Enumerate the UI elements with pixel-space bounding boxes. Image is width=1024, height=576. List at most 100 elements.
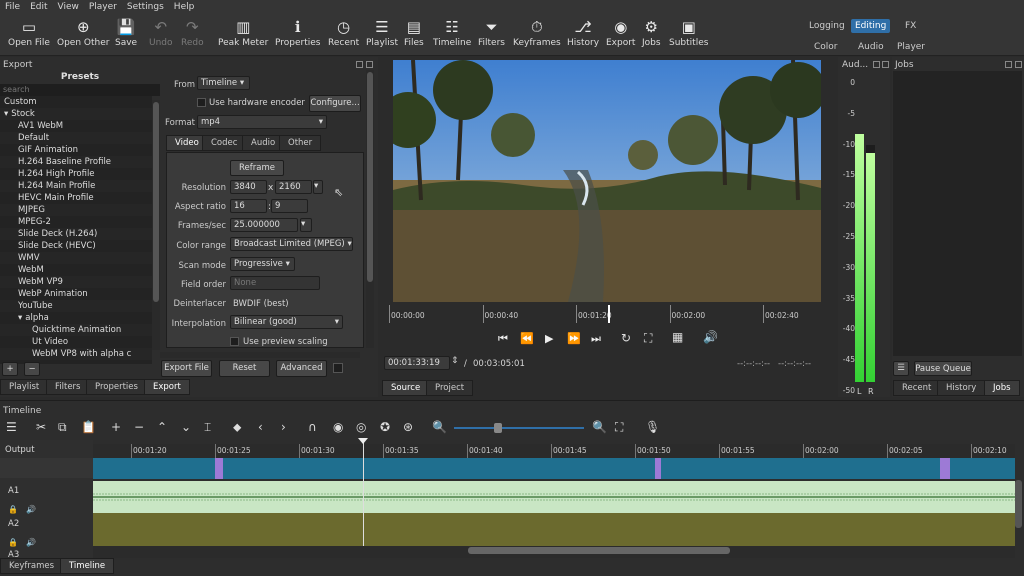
zoom-slider[interactable] — [454, 427, 584, 429]
menu-help[interactable]: Help — [169, 0, 200, 14]
advanced-button[interactable]: Advanced — [276, 360, 327, 377]
tab-jobs[interactable]: Jobs — [984, 380, 1020, 396]
tree-arrow-icon[interactable]: ▾ — [18, 313, 22, 323]
lift-icon[interactable]: ⌃ — [157, 420, 167, 434]
color-range-select[interactable]: Broadcast Limited (MPEG) ▾ — [230, 237, 353, 251]
preset-item[interactable]: MJPEG — [0, 204, 152, 216]
menu-file[interactable]: File — [0, 0, 25, 14]
scrub-icon[interactable]: ◉ — [333, 420, 343, 434]
paste-icon[interactable]: 📋 — [81, 420, 96, 434]
fps-input[interactable]: 25.000000 — [230, 218, 298, 232]
remove-icon[interactable]: − — [134, 420, 144, 434]
timecode-input[interactable]: 00:01:33:19 — [384, 356, 450, 370]
from-select[interactable]: Timeline ▾ — [197, 76, 250, 90]
preset-item[interactable]: H.264 Baseline Profile — [0, 156, 152, 168]
grid-icon[interactable]: ▦ — [672, 330, 683, 344]
transition-marker-2[interactable] — [655, 458, 661, 479]
save-button[interactable]: 💾 Save — [115, 16, 137, 48]
volume-icon[interactable]: 🔊 — [703, 330, 718, 344]
timeline-button[interactable]: ☷ Timeline — [433, 16, 471, 48]
tree-arrow-icon[interactable]: ▾ — [4, 109, 8, 119]
audio-clip-a1[interactable] — [93, 481, 1015, 513]
remove-preset-button[interactable]: − — [24, 362, 40, 376]
timeline-vscroll-thumb[interactable] — [1015, 480, 1022, 528]
scan-mode-select[interactable]: Progressive ▾ — [230, 257, 295, 271]
ripple-all-icon[interactable]: ✪ — [380, 420, 390, 434]
tab-playlist[interactable]: Playlist — [0, 379, 49, 395]
preset-scrollbar[interactable] — [152, 100, 160, 350]
zoom-slider-handle[interactable] — [494, 423, 502, 433]
prev-marker-icon[interactable]: ‹ — [258, 420, 263, 434]
preset-scroll-thumb[interactable] — [153, 102, 159, 302]
preset-item[interactable]: Slide Deck (H.264) — [0, 228, 152, 240]
interpolation-select[interactable]: Bilinear (good) ▾ — [230, 315, 343, 329]
preset-item[interactable]: Slide Deck (HEVC) — [0, 240, 152, 252]
history-button[interactable]: ⎇ History — [567, 16, 599, 48]
preset-item[interactable]: WebP Animation — [0, 288, 152, 300]
keyframes-button[interactable]: ⏱ Keyframes — [513, 16, 561, 48]
skip-start-icon[interactable]: ⏮ — [498, 332, 508, 346]
fps-menu-button[interactable]: ▾ — [300, 218, 312, 232]
open-other-button[interactable]: ⊕ Open Other — [57, 16, 109, 48]
copy-icon[interactable]: ⧉ — [58, 420, 67, 435]
preset-item[interactable]: ▾ alpha — [0, 312, 152, 324]
layout-editing[interactable]: Editing — [851, 19, 891, 33]
tab-export[interactable]: Export — [144, 379, 190, 395]
jobs-button[interactable]: ⚙ Jobs — [642, 16, 661, 48]
preset-item[interactable]: H.264 High Profile — [0, 168, 152, 180]
preset-item[interactable]: WebM VP8 with alpha c — [0, 348, 152, 360]
timeline-playhead[interactable] — [363, 440, 364, 546]
preset-item[interactable]: H.264 Main Profile — [0, 180, 152, 192]
tab-recent[interactable]: Recent — [893, 380, 941, 396]
preset-search-input[interactable]: search — [0, 84, 160, 96]
cut-icon[interactable]: ✂ — [36, 420, 46, 434]
resolution-height-input[interactable]: 2160 — [275, 180, 312, 194]
aspect-height-input[interactable]: 9 — [271, 199, 308, 213]
audio-close-icon[interactable] — [882, 61, 889, 68]
tab-project[interactable]: Project — [426, 380, 474, 396]
video-clip[interactable] — [93, 458, 1015, 479]
configure-button[interactable]: Configure... — [309, 95, 361, 112]
resolution-width-input[interactable]: 3840 — [230, 180, 267, 194]
preset-item[interactable]: Default — [0, 132, 152, 144]
player-playhead[interactable] — [608, 305, 610, 323]
tab-keyframes[interactable]: Keyframes — [0, 558, 64, 574]
preset-item[interactable]: ▾ Stock — [0, 108, 152, 120]
rewind-icon[interactable]: ⏪ — [520, 332, 534, 345]
peak-meter-button[interactable]: ▥ Peak Meter — [218, 16, 268, 48]
preset-item[interactable]: WMV — [0, 252, 152, 264]
ripple-icon[interactable]: ◎ — [356, 420, 366, 434]
tab-history[interactable]: History — [937, 380, 986, 396]
filters-button[interactable]: ⏷ Filters — [478, 16, 505, 48]
field-order-select[interactable]: None — [230, 276, 320, 290]
files-button[interactable]: ▤ Files — [404, 16, 424, 48]
properties-button[interactable]: ℹ Properties — [275, 16, 320, 48]
layout-color[interactable]: Color — [810, 40, 842, 54]
preset-item[interactable]: AV1 WebM — [0, 120, 152, 132]
menu-view[interactable]: View — [53, 0, 84, 14]
timeline-ruler[interactable]: 00:01:20 00:01:25 00:01:30 00:01:35 00:01:40… — [93, 444, 1015, 458]
playlist-button[interactable]: ☰ Playlist — [366, 16, 398, 48]
menu-edit[interactable]: Edit — [25, 0, 52, 14]
close-icon[interactable] — [366, 61, 373, 68]
fast-forward-icon[interactable]: ⏩ — [567, 332, 581, 345]
export-file-button[interactable]: Export File — [161, 360, 212, 377]
layout-audio[interactable]: Audio — [854, 40, 888, 54]
layout-player[interactable]: Player — [893, 40, 929, 54]
tab-other[interactable]: Other — [279, 135, 322, 151]
zoom-fit-timeline-icon[interactable]: ⛶ — [615, 420, 623, 435]
deinterlacer-value[interactable]: BWDIF (best) — [233, 299, 289, 309]
preview-scaling-checkbox[interactable] — [230, 337, 239, 346]
mute-icon[interactable]: 🔊 — [26, 505, 36, 514]
loop-icon[interactable]: ↻ — [621, 331, 631, 345]
tab-timeline[interactable]: Timeline — [60, 558, 115, 574]
layout-logging[interactable]: Logging — [805, 19, 849, 33]
float-icon[interactable] — [356, 61, 363, 68]
export-form-scrollbar[interactable] — [366, 70, 374, 348]
player-ruler[interactable]: 00:00:00 00:00:40 00:01:20 00:02:00 00:02:40 — [389, 305, 823, 323]
menu-player[interactable]: Player — [84, 0, 122, 14]
lock-icon[interactable]: 🔒 — [8, 505, 18, 514]
skip-end-icon[interactable]: ⏭ — [591, 332, 601, 346]
menu-settings[interactable]: Settings — [122, 0, 169, 14]
preset-item[interactable]: YouTube — [0, 300, 152, 312]
